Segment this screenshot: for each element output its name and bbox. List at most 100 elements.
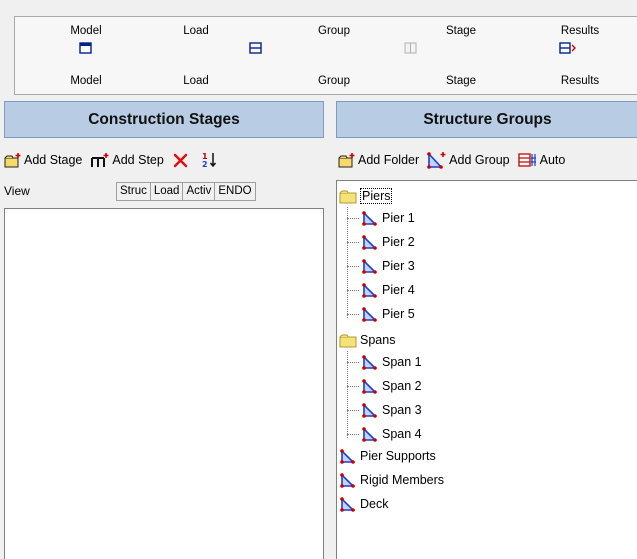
add-stage-button[interactable]: Add Stage	[4, 152, 82, 168]
tree-label: Pier Supports	[360, 449, 436, 463]
delete-button[interactable]	[172, 152, 192, 168]
ribbon-label-stage: Stage	[445, 75, 477, 87]
tree-item-span-4[interactable]: Span 4	[361, 423, 422, 445]
tree-label: Pier 1	[382, 211, 415, 225]
tree-item-pier-1[interactable]: Pier 1	[361, 207, 415, 229]
tree-connector	[347, 266, 359, 267]
tree-item-deck[interactable]: Deck	[339, 493, 388, 515]
ribbon-label-model: Model	[70, 75, 102, 87]
structure-groups-tree[interactable]: Piers Pier 1 Pier 2 Pier 3 Pier 4 Pier 5…	[336, 180, 637, 559]
tree-label: Span 3	[382, 403, 422, 417]
ribbon-label-results: Results	[560, 75, 600, 87]
column-header-struc[interactable]: Struc	[116, 182, 150, 201]
column-header-load[interactable]: Load	[149, 182, 183, 201]
tree-item-span-3[interactable]: Span 3	[361, 399, 422, 421]
add-step-button[interactable]: Add Step	[90, 152, 164, 168]
structure-group-icon	[362, 235, 377, 250]
sort-ascending-icon: 1 2	[202, 152, 216, 169]
structure-group-icon	[362, 259, 377, 274]
ribbon-tab-stage[interactable]: Stage	[421, 25, 501, 37]
column-header-endo[interactable]: ENDO	[214, 182, 256, 201]
sort-button[interactable]: 1 2	[200, 151, 220, 169]
column-header-activ[interactable]: Activ	[182, 182, 215, 201]
structure-group-icon	[340, 449, 355, 464]
add-folder-button[interactable]: Add Folder	[338, 152, 419, 168]
ribbon-tab-load[interactable]: Load	[156, 25, 236, 37]
stage-column-headers: Struc Load Activ ENDO	[116, 182, 256, 201]
structure-group-icon	[340, 473, 355, 488]
add-step-icon	[91, 153, 109, 167]
svg-text:2: 2	[202, 160, 208, 169]
view-label: View	[4, 184, 30, 198]
structure-group-icon	[362, 211, 377, 226]
tree-label: Piers	[360, 188, 393, 204]
auto-label: Auto	[539, 153, 566, 167]
add-folder-icon	[338, 153, 355, 168]
tree-connector	[347, 351, 348, 438]
tree-label: Pier 4	[382, 283, 415, 297]
tree-item-pier-4[interactable]: Pier 4	[361, 279, 415, 301]
add-folder-label: Add Folder	[358, 153, 420, 167]
add-stage-label: Add Stage	[24, 153, 83, 167]
ribbon-panel: Model Load Group Stage Results Model Loa…	[14, 16, 637, 95]
groups-toolbar: Add Folder Add Group Auto	[338, 150, 573, 170]
structure-groups-header: Structure Groups	[336, 101, 637, 138]
structure-group-icon	[362, 379, 377, 394]
tree-connector	[347, 290, 359, 291]
add-group-icon	[427, 151, 446, 169]
stages-toolbar: Add Stage Add Step 1 2	[4, 150, 228, 170]
tree-item-pier-5[interactable]: Pier 5	[361, 303, 415, 325]
tree-item-pier-2[interactable]: Pier 2	[361, 231, 415, 253]
ribbon-tab-results[interactable]: Results	[540, 25, 620, 37]
structure-group-icon	[362, 403, 377, 418]
tree-folder-spans[interactable]: Spans	[339, 329, 395, 351]
auto-group-icon	[517, 153, 536, 167]
tree-label: Pier 5	[382, 307, 415, 321]
tree-connector	[347, 218, 359, 219]
tree-connector	[347, 386, 359, 387]
structure-group-icon	[362, 355, 377, 370]
tree-item-rigid-members[interactable]: Rigid Members	[339, 469, 444, 491]
structure-group-icon	[340, 497, 355, 512]
tree-label: Spans	[360, 333, 396, 347]
tree-connector	[347, 314, 359, 315]
load-table-icon[interactable]	[249, 41, 263, 55]
tree-label: Rigid Members	[360, 473, 445, 487]
tree-item-pier-supports[interactable]: Pier Supports	[339, 445, 436, 467]
tree-label: Deck	[360, 497, 389, 511]
tree-label: Pier 3	[382, 259, 415, 273]
folder-icon	[339, 334, 357, 347]
tree-connector	[347, 362, 359, 363]
stage-list[interactable]	[4, 208, 324, 559]
tree-connector	[347, 434, 359, 435]
structure-group-icon	[362, 307, 377, 322]
model-window-icon[interactable]	[79, 41, 93, 55]
structure-group-icon	[362, 427, 377, 442]
tree-label: Span 4	[382, 427, 422, 441]
auto-button[interactable]: Auto	[517, 152, 566, 168]
tree-folder-piers[interactable]: Piers	[339, 185, 393, 207]
tree-label: Span 2	[382, 379, 422, 393]
tree-label: Pier 2	[382, 235, 415, 249]
delete-icon	[173, 153, 188, 168]
tree-connector	[347, 410, 359, 411]
add-group-button[interactable]: Add Group	[427, 151, 510, 169]
tree-item-pier-3[interactable]: Pier 3	[361, 255, 415, 277]
tree-item-span-2[interactable]: Span 2	[361, 375, 422, 397]
folder-icon	[339, 190, 357, 203]
ribbon-label-load: Load	[183, 75, 209, 87]
add-step-label: Add Step	[112, 153, 164, 167]
ribbon-tab-model[interactable]: Model	[46, 25, 126, 37]
tree-connector	[347, 242, 359, 243]
structure-group-icon	[362, 283, 377, 298]
tree-connector	[347, 207, 348, 318]
add-group-label: Add Group	[449, 153, 510, 167]
ribbon-label-group: Group	[318, 75, 350, 87]
add-folder-icon	[4, 153, 21, 168]
construction-stages-header: Construction Stages	[4, 101, 324, 138]
ribbon-tab-group[interactable]: Group	[294, 25, 374, 37]
results-table-icon[interactable]	[559, 41, 577, 55]
tree-label: Span 1	[382, 355, 422, 369]
group-disabled-icon	[404, 42, 417, 54]
tree-item-span-1[interactable]: Span 1	[361, 351, 422, 373]
